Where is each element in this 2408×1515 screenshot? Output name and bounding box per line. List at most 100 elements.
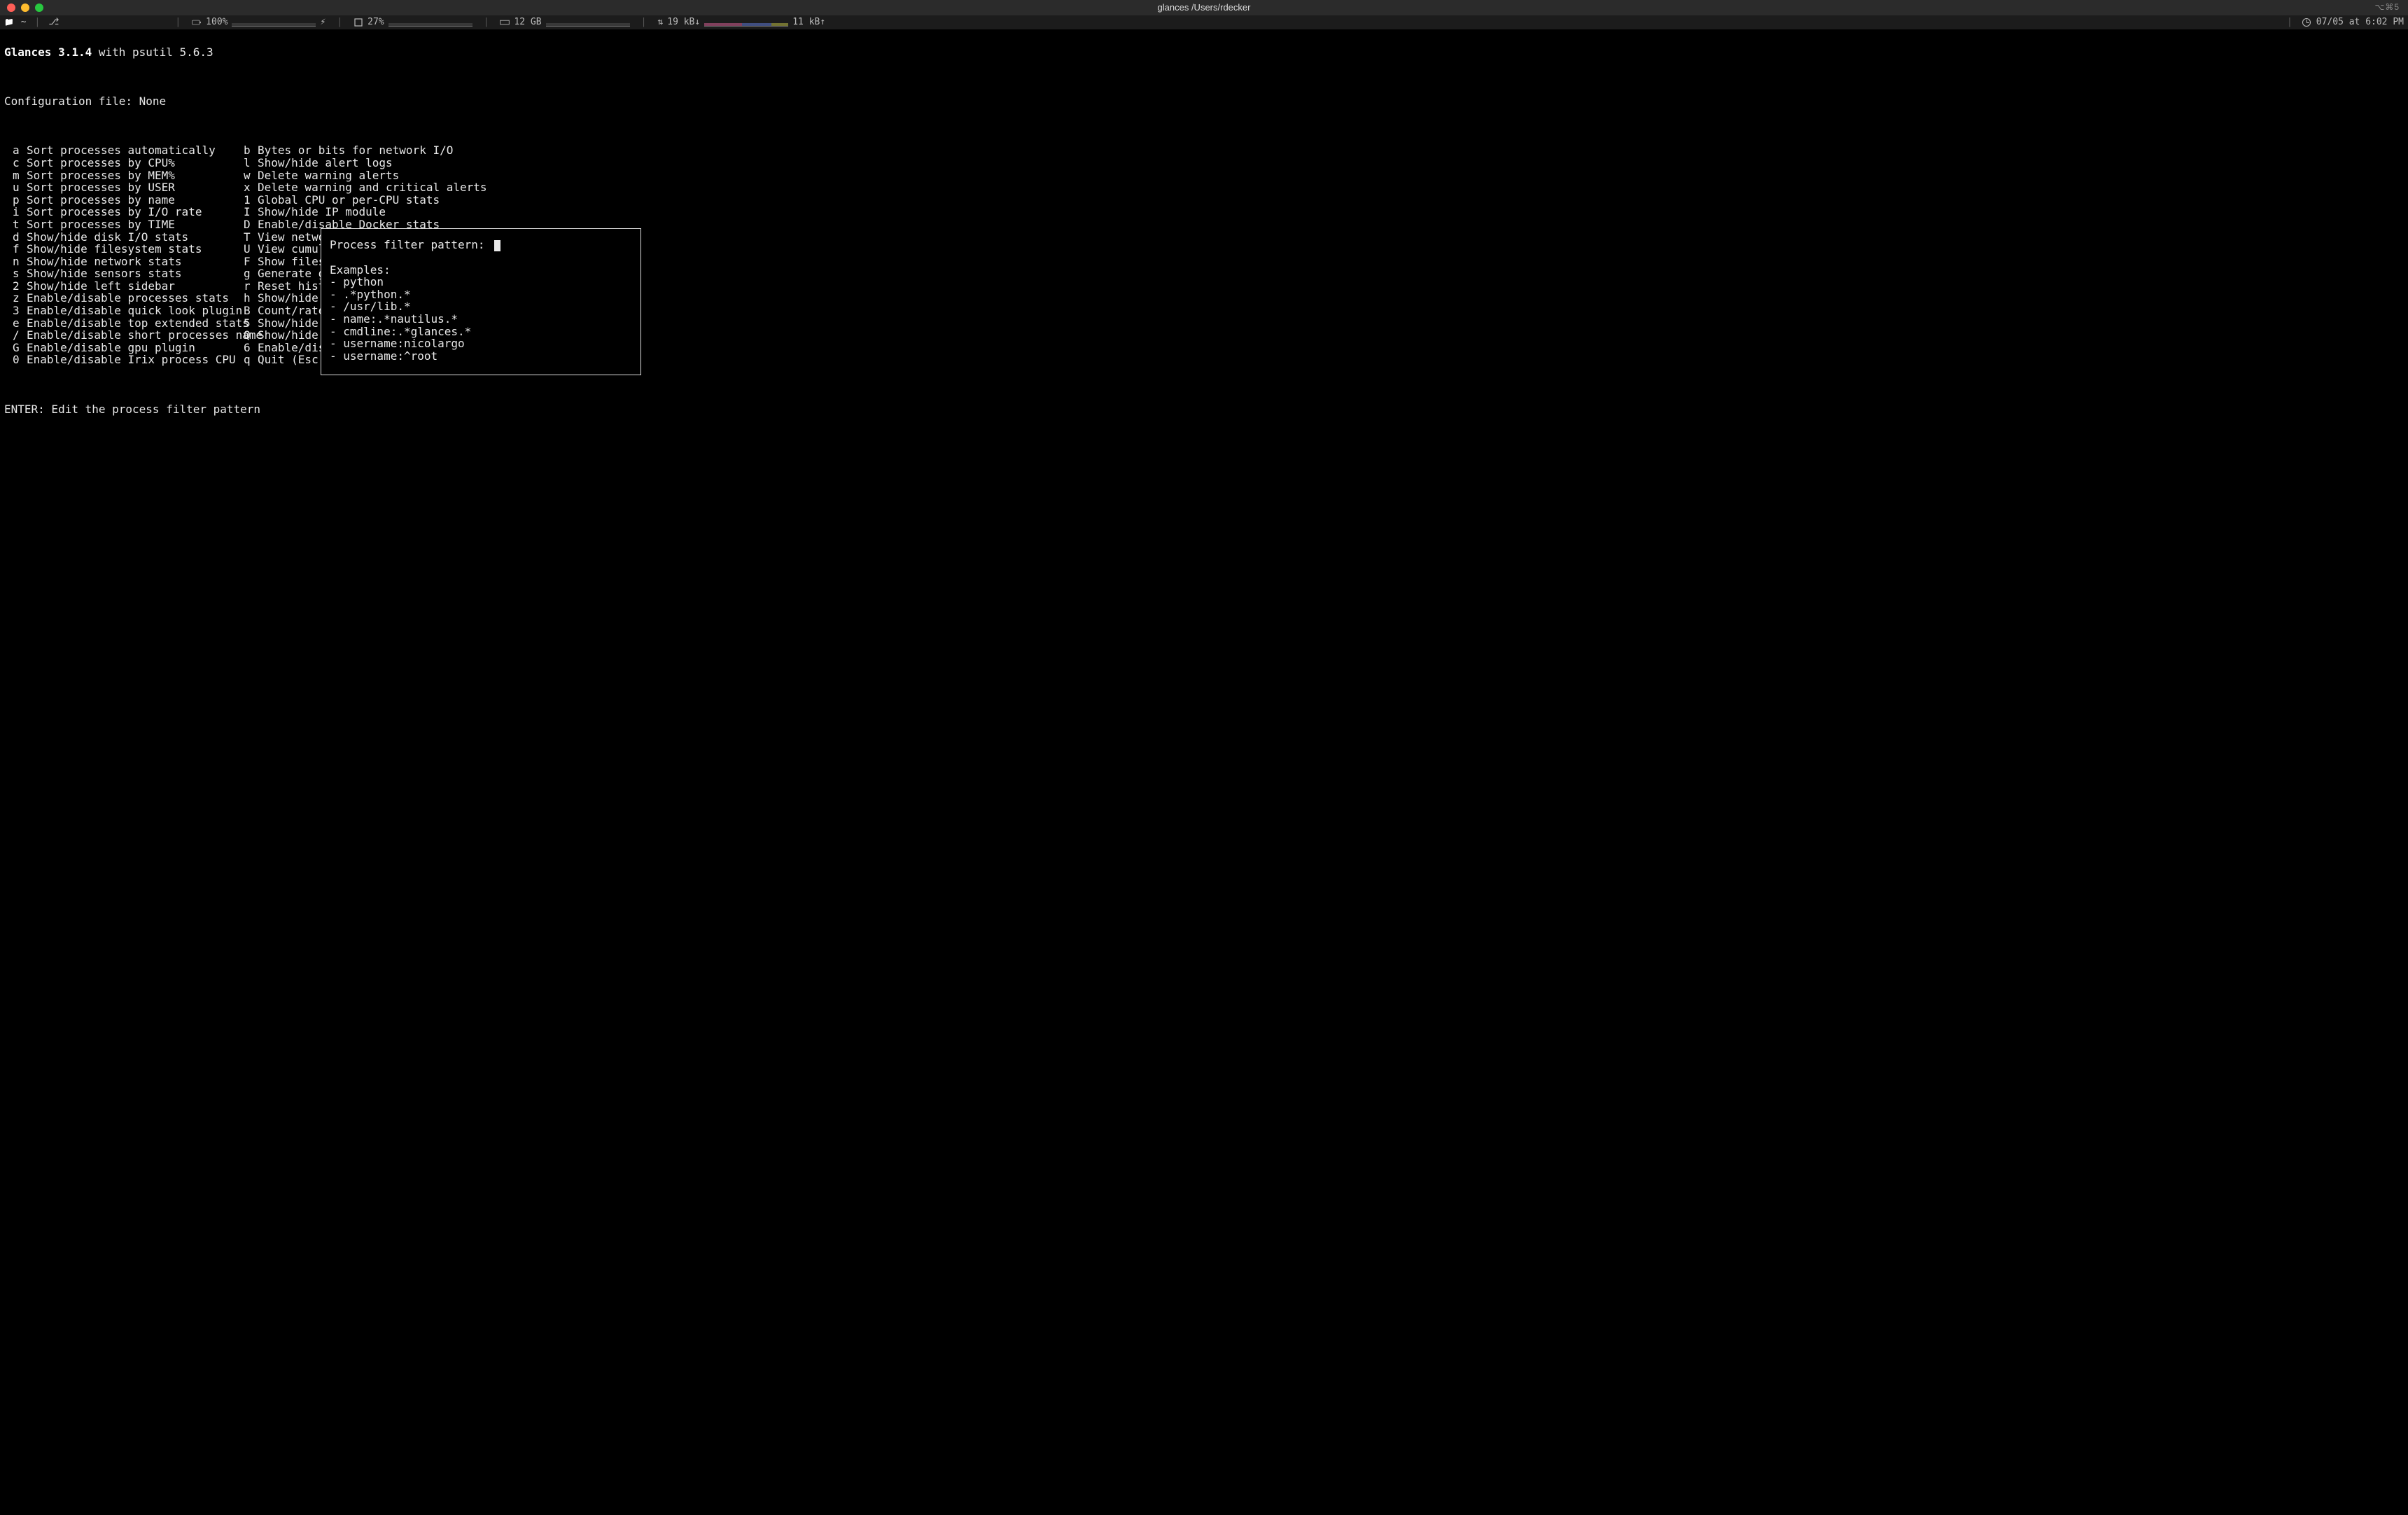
help-row: pSort processes by name (4, 194, 235, 207)
help-key: B (235, 305, 258, 317)
help-row: sShow/hide sensors stats (4, 267, 235, 280)
net-icon: ⇅ (657, 18, 663, 27)
help-desc: Sort processes by USER (27, 181, 175, 194)
popup-prompt-row: Process filter pattern: (330, 239, 632, 251)
help-row: IShow/hide IP module (235, 206, 493, 218)
help-key: 2 (4, 280, 27, 293)
separator: | (479, 18, 493, 27)
help-row: 1Global CPU or per-CPU stats (235, 194, 493, 207)
traffic-lights (0, 4, 43, 12)
help-row: 0Enable/disable Irix process CPU (4, 354, 235, 366)
example-item: - /usr/lib.* (330, 300, 632, 313)
help-key: q (235, 354, 258, 366)
help-desc: Enable/disable Irix process CPU (27, 353, 236, 366)
help-key: r (235, 280, 258, 293)
spark-cpu (388, 18, 472, 27)
cpu-icon (354, 18, 363, 27)
help-row: uSort processes by USER (4, 181, 235, 194)
help-desc: Count/rate (258, 304, 325, 317)
help-key: D (235, 218, 258, 231)
help-row: eEnable/disable top extended stats (4, 317, 235, 330)
mem-value: 12 GB (514, 18, 541, 27)
help-desc: Enable/disable short processes name (27, 328, 262, 342)
zoom-icon[interactable] (35, 4, 43, 12)
help-row: iSort processes by I/O rate (4, 206, 235, 218)
help-desc: Show/hide filesystem stats (27, 242, 202, 256)
help-desc: Sort processes by I/O rate (27, 205, 202, 218)
filter-prompt-label: Process filter pattern: (330, 238, 485, 251)
help-desc: Global CPU or per-CPU stats (258, 193, 440, 207)
help-desc: Sort processes by MEM% (27, 169, 175, 182)
clock-text: 07/05 at 6:02 PM (2316, 18, 2404, 27)
clock-icon (2302, 18, 2311, 27)
help-key: 3 (4, 305, 27, 317)
window-titlebar: glances /Users/rdecker ⌥⌘5 (0, 0, 2408, 15)
help-key: t (4, 218, 27, 231)
help-desc: Enable/disable processes stats (27, 291, 229, 305)
branch-icon: ⎇ (48, 18, 59, 27)
minimize-icon[interactable] (21, 4, 29, 12)
help-row: wDelete warning alerts (235, 169, 493, 182)
help-key: g (235, 267, 258, 280)
config-line: Configuration file: None (4, 95, 2404, 108)
net-group: ⇅ 19 kB↓ 11 kB↑ (657, 18, 825, 27)
battery-group: 100% ⚡ (192, 18, 326, 27)
help-key: 0 (4, 354, 27, 366)
separator: | (171, 18, 185, 27)
help-desc: Sort processes by TIME (27, 218, 175, 231)
help-key: f (4, 243, 27, 256)
help-key: / (4, 329, 27, 342)
mem-group: 12 GB (500, 18, 629, 27)
help-desc: Show/hide disk I/O stats (27, 230, 188, 244)
window-right-hint: ⌥⌘5 (2374, 3, 2408, 12)
help-key: a (4, 144, 27, 157)
help-left-col: aSort processes automaticallycSort proce… (4, 144, 235, 366)
help-key: d (4, 231, 27, 244)
help-row: aSort processes automatically (4, 144, 235, 157)
statusbar-right: | 07/05 at 6:02 PM (2283, 18, 2404, 27)
help-desc: Show/hide sensors stats (27, 267, 182, 280)
help-row: /Enable/disable short processes name (4, 329, 235, 342)
psutil-version: with psutil 5.6.3 (92, 46, 213, 59)
help-key: b (235, 144, 258, 157)
cpu-value: 27% (368, 18, 384, 27)
help-key: h (235, 292, 258, 305)
filter-popup: Process filter pattern: Examples: - pyth… (321, 228, 641, 375)
help-key: n (4, 256, 27, 268)
help-desc: Show/hide network stats (27, 255, 182, 268)
help-desc: Sort processes by name (27, 193, 175, 207)
cursor-icon (494, 240, 500, 251)
help-key: u (4, 181, 27, 194)
help-row: 3Enable/disable quick look plugin (4, 305, 235, 317)
help-row: GEnable/disable gpu plugin (4, 342, 235, 354)
filter-input[interactable] (491, 238, 500, 251)
help-key: I (235, 206, 258, 218)
app-title: Glances 3.1.4 (4, 46, 92, 59)
help-key: e (4, 317, 27, 330)
help-key: F (235, 256, 258, 268)
examples-list: - python- .*python.*- /usr/lib.*- name:.… (330, 276, 632, 362)
help-row: tSort processes by TIME (4, 218, 235, 231)
cwd: ~ (21, 18, 27, 27)
battery-value: 100% (206, 18, 227, 27)
close-icon[interactable] (7, 4, 15, 12)
example-item: - python (330, 276, 632, 288)
help-key: i (4, 206, 27, 218)
help-desc: Show/hide left sidebar (27, 279, 175, 293)
help-key: z (4, 292, 27, 305)
help-key: p (4, 194, 27, 207)
help-key: U (235, 243, 258, 256)
help-desc: Sort processes automatically (27, 144, 216, 157)
separator: | (2283, 18, 2297, 27)
help-key: G (4, 342, 27, 354)
spark-mem (546, 18, 630, 27)
net-down: 19 kB↓ (667, 18, 700, 27)
help-row: cSort processes by CPU% (4, 157, 235, 169)
help-desc: Delete warning and critical alerts (258, 181, 487, 194)
example-item: - .*python.* (330, 288, 632, 301)
help-row: fShow/hide filesystem stats (4, 243, 235, 256)
help-row: lShow/hide alert logs (235, 157, 493, 169)
help-row: xDelete warning and critical alerts (235, 181, 493, 194)
help-desc: Enable/disable quick look plugin (27, 304, 242, 317)
example-item: - username:^root (330, 350, 632, 363)
